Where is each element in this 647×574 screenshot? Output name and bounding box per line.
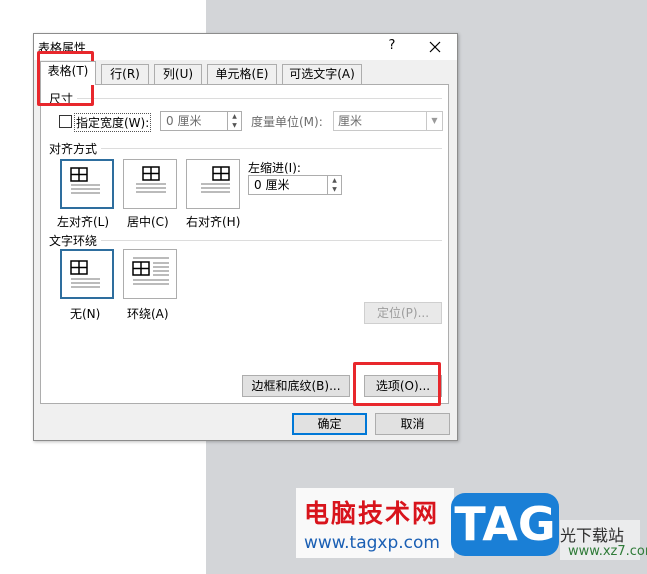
tab-table[interactable]: 表格(T) — [40, 61, 96, 85]
indent-value: 0 厘米 — [254, 178, 290, 192]
watermark-tag-text: TAG — [454, 497, 556, 551]
table-align-left-icon — [70, 167, 100, 194]
ok-button[interactable]: 确定 — [292, 413, 367, 435]
indent-from-left-field[interactable]: 0 厘米 ▲ ▼ — [248, 175, 342, 195]
width-spinner[interactable]: ▲ ▼ — [227, 112, 241, 130]
borders-shading-label: 边框和底纹(B)... — [251, 379, 341, 393]
tab-label: 行(R) — [110, 67, 140, 81]
tab-label: 单元格(E) — [215, 67, 269, 81]
watermark-right-text: 光下载站 — [560, 526, 625, 545]
spin-down-icon: ▼ — [232, 122, 237, 129]
tab-alt-text[interactable]: 可选文字(A) — [282, 64, 362, 84]
close-icon — [429, 41, 441, 53]
align-right-label: 右对齐(H) — [186, 215, 241, 229]
wrap-none-label: 无(N) — [70, 307, 101, 321]
section-divider — [101, 148, 442, 149]
wrap-around-option[interactable] — [123, 249, 177, 299]
tab-column[interactable]: 列(U) — [154, 64, 202, 84]
wrap-around-icon — [132, 257, 169, 285]
tab-panel-table: 尺寸 指定宽度(W): 0 厘米 ▲▼ 度量单位(M): 厘米 ▼ 对齐方式 — [40, 84, 449, 404]
alignment-section-label: 对齐方式 — [49, 142, 98, 156]
cancel-button-label: 取消 — [400, 417, 425, 431]
table-align-right-icon — [201, 166, 230, 193]
watermark-site-name: 电脑技术网 — [304, 499, 440, 528]
indent-spinner[interactable]: ▲ ▼ — [327, 176, 341, 194]
tab-label: 可选文字(A) — [289, 67, 355, 81]
indent-from-left-label: 左缩进(I): — [248, 161, 301, 175]
cancel-button[interactable]: 取消 — [375, 413, 450, 435]
spin-up-icon: ▲ — [332, 177, 337, 184]
align-right-option[interactable] — [186, 159, 240, 209]
wrap-none-icon — [70, 260, 100, 288]
watermark-site-url: www.tagxp.com — [304, 533, 440, 553]
preferred-width-checkbox[interactable] — [59, 115, 72, 128]
align-left-option[interactable] — [60, 159, 114, 209]
help-button[interactable]: ? — [382, 36, 402, 56]
tab-label: 表格(T) — [47, 64, 89, 78]
borders-shading-button[interactable]: 边框和底纹(B)... — [242, 375, 350, 397]
spin-up-icon: ▲ — [232, 113, 237, 120]
width-value: 0 厘米 — [166, 114, 202, 128]
wrap-none-option[interactable] — [60, 249, 114, 299]
preferred-width-label: 指定宽度(W): — [74, 113, 152, 132]
table-align-center-icon — [136, 166, 166, 193]
measure-in-value: 厘米 — [338, 114, 363, 128]
tab-label: 列(U) — [162, 67, 194, 81]
highlight-options-button — [353, 362, 441, 406]
tab-cell[interactable]: 单元格(E) — [207, 64, 277, 84]
width-value-field[interactable]: 0 厘米 ▲ ▼ — [160, 111, 242, 131]
close-button[interactable] — [424, 36, 446, 58]
tab-strip: 表格(T) 行(R) 列(U) 单元格(E) 可选文字(A) — [34, 60, 457, 85]
section-divider — [101, 240, 442, 241]
watermark-tag-logo: TAG — [451, 493, 559, 556]
measure-in-dropdown[interactable]: 厘米 ▼ — [333, 111, 443, 131]
positioning-button[interactable]: 定位(P)... — [364, 302, 442, 324]
align-center-option[interactable] — [123, 159, 177, 209]
wrapping-section-label: 文字环绕 — [49, 234, 98, 248]
positioning-button-label: 定位(P)... — [376, 306, 430, 320]
chevron-down-icon: ▼ — [426, 112, 442, 130]
align-center-label: 居中(C) — [127, 215, 169, 229]
spin-down-icon: ▼ — [332, 186, 337, 193]
tab-row[interactable]: 行(R) — [101, 64, 149, 84]
section-divider — [77, 98, 442, 99]
measure-in-label: 度量单位(M): — [251, 115, 323, 129]
dialog-titlebar: 表格属性 ? — [34, 34, 457, 60]
wrap-around-label: 环绕(A) — [127, 307, 169, 321]
align-left-label: 左对齐(L) — [57, 215, 110, 229]
ok-button-label: 确定 — [317, 417, 342, 431]
watermark-right-url: www.xz7.com — [568, 544, 647, 559]
screen: 表格属性 ? 表格(T) 行(R) 列(U) 单元格(E) 可选文字(A) 尺寸… — [0, 0, 647, 574]
